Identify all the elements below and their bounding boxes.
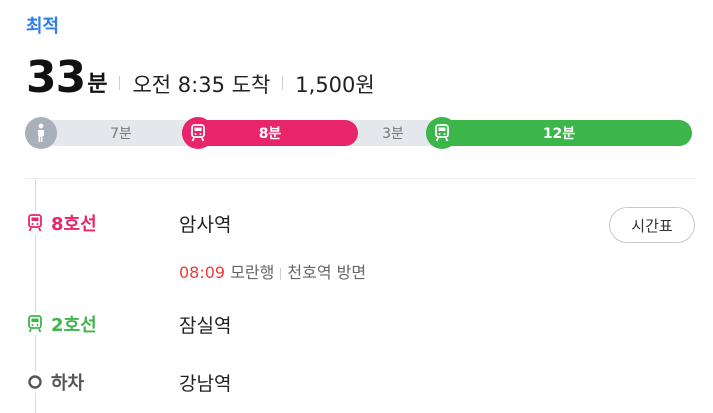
timetable-button[interactable]: 시간표 (609, 207, 695, 243)
circle-icon (25, 371, 45, 393)
duration-value: 33 (26, 52, 86, 103)
leg-line-name: 2호선 (51, 315, 97, 336)
leg-alight: 하차 (25, 369, 84, 395)
fare: 1,500원 (295, 73, 375, 97)
segment-line8-duration: 8분 (258, 126, 282, 142)
walk-duration: 7분 (110, 126, 132, 142)
leg-line-name: 하차 (51, 373, 85, 394)
separator (119, 76, 121, 90)
station-name[interactable]: 암사역 (179, 210, 231, 237)
separator (280, 267, 282, 280)
route-label: 최적 (26, 16, 60, 37)
route-segment-bar: 7분 8분 3분 12분 (25, 117, 692, 149)
train-icon (25, 313, 45, 335)
walk-icon (25, 117, 57, 149)
leg-line2: 2호선 (25, 311, 97, 337)
train-icon (25, 212, 45, 234)
departure-time: 08:09 (179, 263, 226, 282)
station-name[interactable]: 강남역 (179, 369, 231, 396)
transfer-duration: 3분 (382, 126, 404, 142)
segment-line2-duration: 12분 (542, 126, 576, 142)
leg-line8: 8호선 (25, 210, 97, 236)
route-summary: 33 분 오전 8:35 도착 1,500원 (26, 54, 375, 100)
segment-line2: 12분 (426, 120, 692, 146)
separator (282, 76, 284, 90)
platform-direction: 천호역 방면 (287, 263, 367, 282)
leg-line-name: 8호선 (51, 214, 97, 235)
station-name[interactable]: 잠실역 (179, 311, 231, 338)
duration-unit: 분 (87, 72, 108, 97)
departure-detail: 08:09 모란행 천호역 방면 (179, 259, 366, 283)
arrival-time: 오전 8:35 도착 (132, 73, 271, 97)
train-icon (426, 117, 458, 149)
train-icon (182, 117, 214, 149)
train-direction: 모란행 (230, 263, 275, 282)
divider (23, 178, 696, 179)
